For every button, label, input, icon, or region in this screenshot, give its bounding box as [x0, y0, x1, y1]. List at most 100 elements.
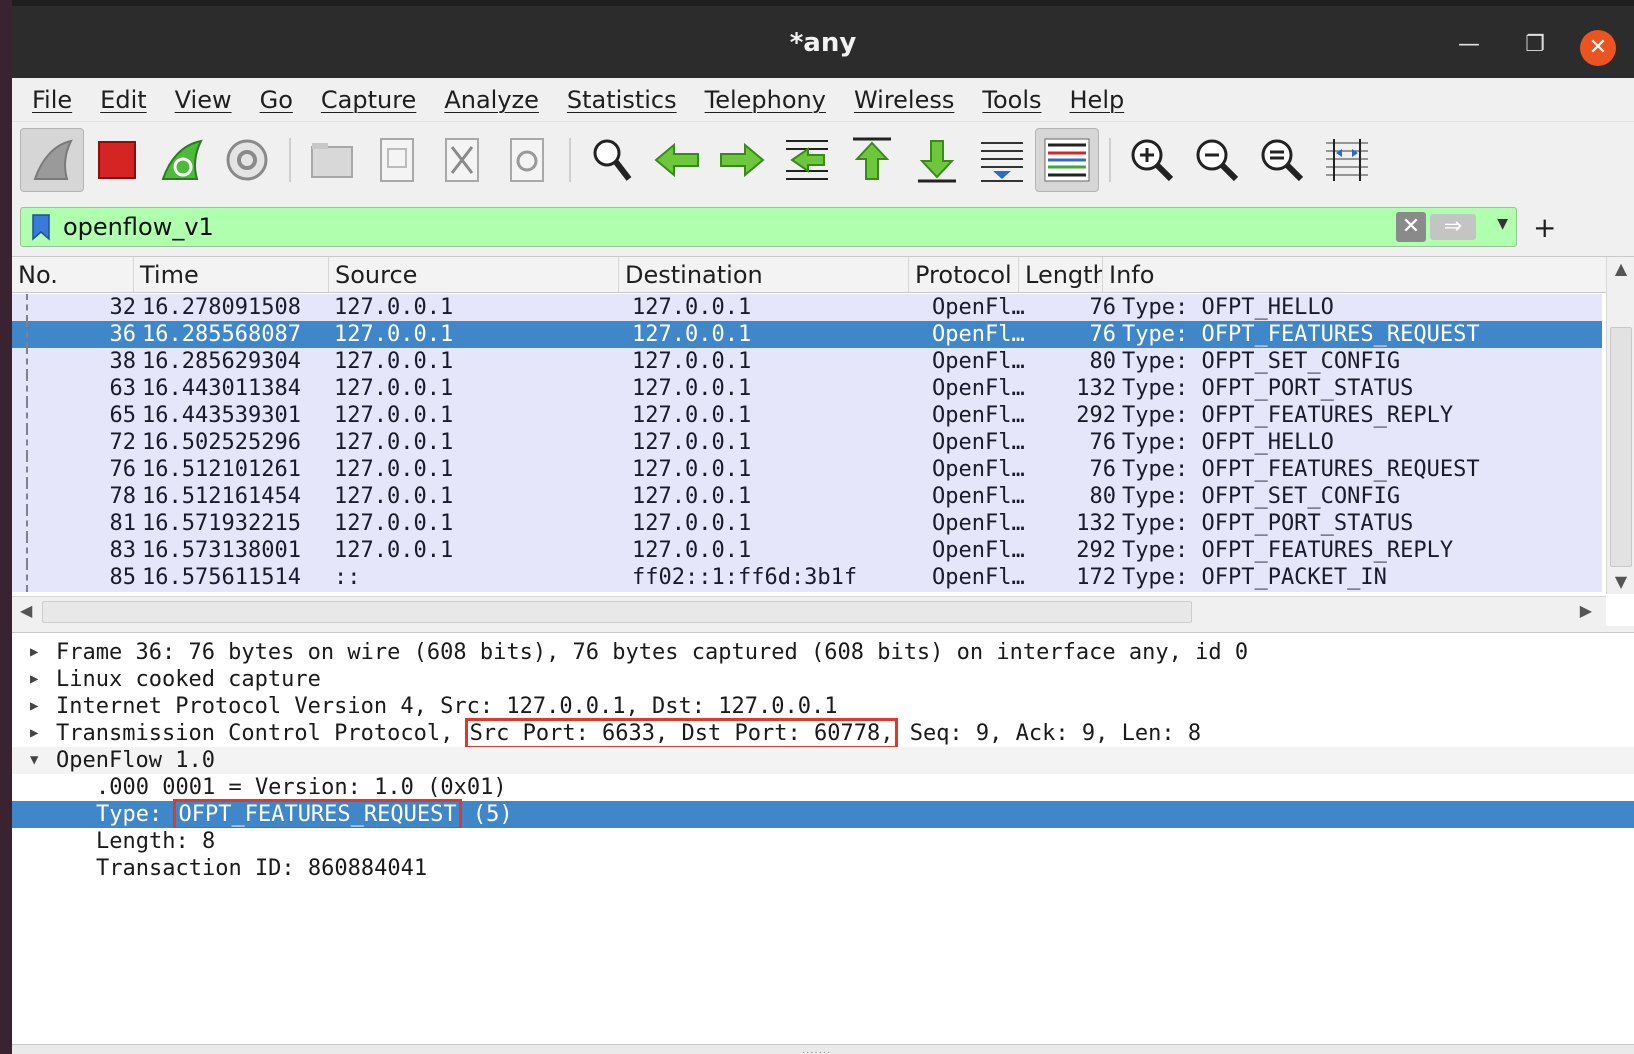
reload-file-button[interactable]: [495, 128, 559, 192]
filter-clear-button[interactable]: ✕: [1396, 212, 1426, 242]
pane-splitter[interactable]: .......: [12, 1044, 1634, 1054]
normal-size-button[interactable]: [1250, 128, 1314, 192]
related-packet-marker: [26, 402, 28, 429]
table-row[interactable]: 8716.575749245::ff02::1:ff6d:3b1fOpenFl……: [12, 591, 1602, 592]
minimize-button[interactable]: —: [1452, 28, 1486, 62]
menu-statistics[interactable]: Statistics: [567, 86, 677, 114]
table-row[interactable]: 65 16.443539301 127.0.0.1 127.0.0.1 OpenFl… 2…: [12, 402, 1602, 429]
title-bar: *any — ❐ ✕: [12, 0, 1634, 78]
restart-capture-button[interactable]: [150, 128, 214, 192]
column-header-source[interactable]: Source: [329, 257, 619, 292]
resize-columns-button[interactable]: [1315, 128, 1379, 192]
find-packet-button[interactable]: [580, 128, 644, 192]
menu-file[interactable]: File: [32, 86, 72, 114]
filter-bookmark-button[interactable]: [25, 211, 57, 243]
menu-help[interactable]: Help: [1070, 86, 1125, 114]
table-row[interactable]: 85 16.575611514:: ff02::1:ff6d:3b1f OpenFl……: [12, 564, 1602, 591]
add-filter-button[interactable]: +: [1533, 211, 1556, 244]
go-last-icon: [918, 140, 956, 183]
collapse-arrow-icon[interactable]: ▼: [30, 747, 44, 774]
table-row[interactable]: 76 16.512101261 127.0.0.1 127.0.0.1 OpenFl… 7…: [12, 456, 1602, 483]
column-header-destination[interactable]: Destination: [619, 257, 909, 292]
filter-apply-button[interactable]: ⇒: [1430, 214, 1476, 240]
filter-history-dropdown[interactable]: ▼: [1497, 216, 1508, 232]
table-row[interactable]: 38 16.285629304 127.0.0.1 127.0.0.1 OpenFl… 8…: [12, 348, 1602, 375]
related-packet-marker: [26, 294, 28, 321]
expand-arrow-icon[interactable]: ▶: [30, 720, 44, 747]
main-toolbar: [12, 122, 1634, 198]
go-forward-button[interactable]: [710, 128, 774, 192]
detail-row-linux-cooked[interactable]: ▶ Linux cooked capture: [12, 666, 1634, 693]
column-header-no[interactable]: No.: [12, 257, 134, 292]
go-first-button[interactable]: [840, 128, 904, 192]
tcp-prefix: Transmission Control Protocol,: [56, 721, 467, 746]
menu-capture[interactable]: Capture: [321, 86, 416, 114]
detail-row-xid[interactable]: Transaction ID: 860884041: [12, 855, 1634, 882]
display-filter-input[interactable]: openflow_v1 ✕ ⇒ ▼: [20, 207, 1517, 247]
go-back-button[interactable]: [645, 128, 709, 192]
packet-list-horizontal-scrollbar[interactable]: ◀ ▶: [12, 596, 1606, 626]
menu-wireless[interactable]: Wireless: [854, 86, 954, 114]
close-file-button[interactable]: [430, 128, 494, 192]
scroll-thumb[interactable]: [1610, 327, 1632, 567]
column-header-time[interactable]: Time: [134, 257, 329, 292]
cell-protocol: OpenFl…: [932, 349, 1025, 374]
open-file-button[interactable]: [300, 128, 364, 192]
zoom-in-button[interactable]: [1120, 128, 1184, 192]
close-button[interactable]: ✕: [1580, 30, 1616, 66]
stop-capture-button[interactable]: [85, 128, 149, 192]
resize-columns-icon: [1326, 139, 1368, 181]
table-row[interactable]: 63 16.443011384 127.0.0.1 127.0.0.1 OpenFl… 1…: [12, 375, 1602, 402]
maximize-button[interactable]: ❐: [1518, 28, 1552, 62]
detail-row-type[interactable]: Type: OFPT_FEATURES_REQUEST (5): [12, 799, 1634, 830]
zoom-out-button[interactable]: [1185, 128, 1249, 192]
scroll-right-icon[interactable]: ▶: [1580, 601, 1592, 620]
column-header-info[interactable]: Info: [1103, 257, 1543, 292]
menu-telephony[interactable]: Telephony: [705, 86, 826, 114]
go-back-icon: [654, 142, 699, 178]
table-row[interactable]: 36 16.285568087 127.0.0.1 127.0.0.1 OpenFl… 7…: [12, 321, 1602, 348]
menu-analyze[interactable]: Analyze: [444, 86, 539, 114]
expand-arrow-icon[interactable]: ▶: [30, 666, 44, 693]
menu-go[interactable]: Go: [260, 86, 293, 114]
capture-options-gear-icon: [226, 139, 268, 181]
column-header-length[interactable]: Length: [1019, 257, 1103, 292]
scroll-up-icon[interactable]: ▲: [1607, 257, 1634, 281]
cell-length: 80: [1089, 484, 1117, 509]
filter-text[interactable]: openflow_v1: [63, 213, 214, 241]
detail-row-tcp[interactable]: ▶ Transmission Control Protocol, Src Por…: [12, 718, 1634, 749]
packet-list-vertical-scrollbar[interactable]: ▲ ▼: [1606, 257, 1634, 594]
table-row[interactable]: 78 16.512161454 127.0.0.1 127.0.0.1 OpenFl… 8…: [12, 483, 1602, 510]
go-to-packet-button[interactable]: [775, 128, 839, 192]
detail-row-openflow[interactable]: ▼ OpenFlow 1.0: [12, 747, 1634, 774]
autoscroll-button[interactable]: [970, 128, 1034, 192]
menu-tools[interactable]: Tools: [982, 86, 1041, 114]
menu-view[interactable]: View: [175, 86, 232, 114]
detail-row-version[interactable]: .000 0001 = Version: 1.0 (0x01): [12, 774, 1634, 801]
cell-info: Type: OFPT_FEATURES_REQUEST: [1122, 322, 1480, 347]
detail-row-ip[interactable]: ▶ Internet Protocol Version 4, Src: 127.…: [12, 693, 1634, 720]
expand-arrow-icon[interactable]: ▶: [30, 693, 44, 720]
cell-source: 127.0.0.1: [334, 322, 454, 347]
cell-no: 72: [109, 430, 137, 455]
table-row[interactable]: 72 16.502525296 127.0.0.1 127.0.0.1 OpenFl… 7…: [12, 429, 1602, 456]
scroll-thumb[interactable]: [42, 601, 1192, 623]
table-row[interactable]: 32 16.278091508 127.0.0.1 127.0.0.1 OpenFl… 7…: [12, 294, 1602, 321]
go-last-button[interactable]: [905, 128, 969, 192]
scroll-down-icon[interactable]: ▼: [1607, 570, 1634, 594]
save-file-button[interactable]: [365, 128, 429, 192]
capture-options-button[interactable]: [215, 128, 279, 192]
menu-edit[interactable]: Edit: [100, 86, 146, 114]
cell-no: 32: [109, 295, 137, 320]
packet-rows: 32 16.278091508 127.0.0.1 127.0.0.1 OpenFl… 7…: [12, 294, 1602, 592]
table-row[interactable]: 81 16.571932215 127.0.0.1 127.0.0.1 OpenFl… 1…: [12, 510, 1602, 537]
detail-row-length[interactable]: Length: 8: [12, 828, 1634, 855]
scroll-left-icon[interactable]: ◀: [20, 601, 32, 620]
table-row[interactable]: 83 16.573138001 127.0.0.1 127.0.0.1 OpenFl… 2…: [12, 537, 1602, 564]
column-header-protocol[interactable]: Protocol: [909, 257, 1019, 292]
cell-no: 83: [109, 538, 137, 563]
detail-row-frame[interactable]: ▶ Frame 36: 76 bytes on wire (608 bits),…: [12, 639, 1634, 666]
start-capture-button[interactable]: [20, 128, 84, 192]
expand-arrow-icon[interactable]: ▶: [30, 639, 44, 666]
colorize-button[interactable]: [1035, 128, 1099, 192]
